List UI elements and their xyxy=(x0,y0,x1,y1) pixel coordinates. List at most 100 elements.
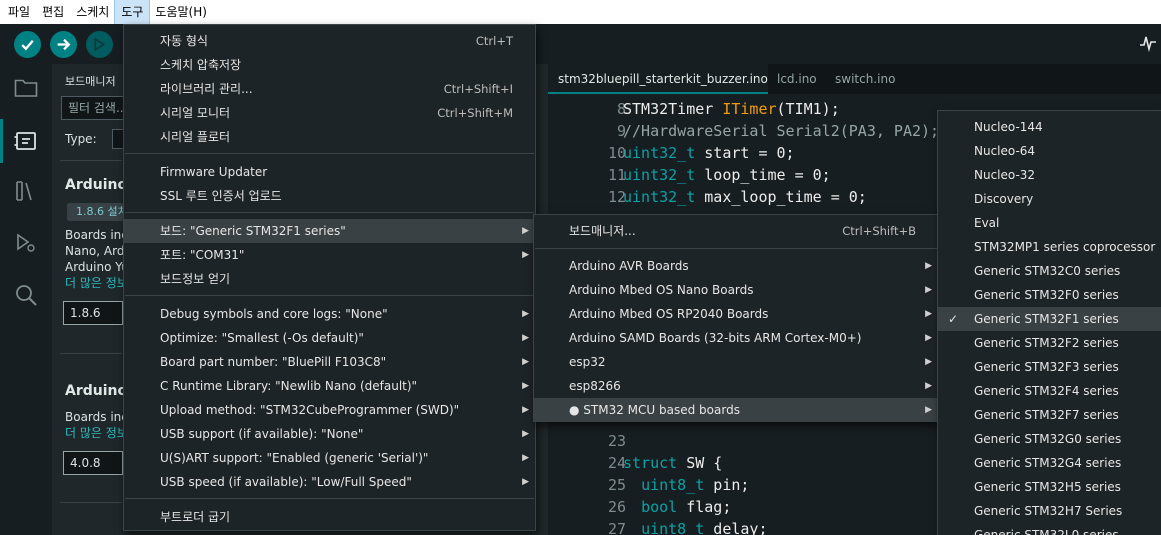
menu-item-archive-sketch[interactable]: 스케치 압축저장 xyxy=(124,53,535,77)
menubar: 파일 편집 스케치 도구 도움말(H) xyxy=(0,0,1161,25)
tab-buzzer[interactable]: stm32bluepill_starterkit_buzzer.ino xyxy=(548,64,768,94)
menu-file[interactable]: 파일 xyxy=(2,0,36,24)
divider xyxy=(60,502,122,503)
menu-item-stm32-series[interactable]: Generic STM32H5 series xyxy=(938,475,1161,499)
menu-item-stm32-series[interactable]: Generic STM32H7 Series xyxy=(938,499,1161,523)
menu-item-upload-ssl[interactable]: SSL 루트 인증서 업로드 xyxy=(124,184,535,208)
menu-tools[interactable]: 도구 xyxy=(114,0,151,25)
menu-item-manage-libraries[interactable]: 라이브러리 관리... Ctrl+Shift+I xyxy=(124,77,535,101)
menu-item-stm32-series[interactable]: Generic STM32F7 series xyxy=(938,403,1161,427)
line-number: 27 xyxy=(607,520,626,535)
more-info-link[interactable]: 더 많은 정보 xyxy=(65,276,125,291)
menu-sketch[interactable]: 스케치 xyxy=(70,0,115,24)
menu-divider xyxy=(535,248,937,249)
menu-item-port[interactable]: 포트: "COM31" ▶ xyxy=(124,243,535,267)
serial-plotter-icon[interactable] xyxy=(1139,34,1157,55)
menu-item-stm32-series[interactable]: STM32MP1 series coprocessor xyxy=(938,235,1161,259)
menu-item-burn-bootloader[interactable]: 부트로더 굽기 xyxy=(124,505,535,529)
code-line: uint32_t start = 0; xyxy=(623,144,795,162)
debug-sidebar-icon[interactable] xyxy=(12,229,40,257)
tab-switch[interactable]: switch.ino xyxy=(835,64,895,94)
menu-item-board-part-number[interactable]: Board part number: "BluePill F103C8" ▶ xyxy=(124,350,535,374)
code-line: uint8_t pin; xyxy=(641,476,750,494)
menu-item-optimize[interactable]: Optimize: "Smallest (-Os default)" ▶ xyxy=(124,326,535,350)
arrow-right-icon: ▶ xyxy=(522,405,529,415)
menu-item-esp8266[interactable]: esp8266 ▶ xyxy=(534,374,938,398)
menu-item-usb-speed[interactable]: USB speed (if available): "Low/Full Spee… xyxy=(124,470,535,494)
arrow-right-icon: ▶ xyxy=(925,309,932,319)
more-info-link[interactable]: 더 많은 정보 xyxy=(65,426,125,441)
menu-item-upload-method[interactable]: Upload method: "STM32CubeProgrammer (SWD… xyxy=(124,398,535,422)
menu-item-stm32-series[interactable]: Generic STM32L0 series xyxy=(938,523,1161,535)
menu-item-stm32-series[interactable]: Discovery xyxy=(938,187,1161,211)
arrow-right-icon: ▶ xyxy=(522,250,529,260)
menu-item-serial-monitor[interactable]: 시리얼 모니터 Ctrl+Shift+M xyxy=(124,101,535,125)
menu-edit[interactable]: 편집 xyxy=(36,0,70,24)
line-number: 9 xyxy=(616,122,626,140)
code-line: uint32_t max_loop_time = 0; xyxy=(623,188,867,206)
menu-item-stm32-series[interactable]: Eval xyxy=(938,211,1161,235)
menu-item-esp32[interactable]: esp32 ▶ xyxy=(534,350,938,374)
arrow-right-icon: ▶ xyxy=(925,357,932,367)
menu-item-debug-symbols[interactable]: Debug symbols and core logs: "None" ▶ xyxy=(124,302,535,326)
check-icon xyxy=(21,40,34,51)
debug-button[interactable] xyxy=(86,31,113,58)
upload-button[interactable] xyxy=(50,31,77,58)
menu-divider xyxy=(125,212,534,213)
menu-item-c-runtime[interactable]: C Runtime Library: "Newlib Nano (default… xyxy=(124,374,535,398)
menu-item-stm32-series[interactable]: Generic STM32C0 series xyxy=(938,259,1161,283)
menu-item-stm32-series[interactable]: Nucleo-144 xyxy=(938,115,1161,139)
version-value: 1.8.6 xyxy=(70,306,101,320)
divider xyxy=(60,160,122,161)
menu-item-stm32-series[interactable]: Generic STM32F4 series xyxy=(938,379,1161,403)
menu-item-stm32-series[interactable]: Generic STM32F0 series xyxy=(938,283,1161,307)
menu-item-stm32[interactable]: ● STM32 MCU based boards ▶ xyxy=(534,398,938,422)
arrow-right-icon: ▶ xyxy=(522,333,529,343)
activity-bar xyxy=(0,64,52,535)
library-icon[interactable] xyxy=(12,177,40,205)
tab-lcd[interactable]: lcd.ino xyxy=(777,64,817,94)
menu-item-board-info[interactable]: 보드정보 얻기 xyxy=(124,267,535,291)
menu-item-mbed-nano[interactable]: Arduino Mbed OS Nano Boards ▶ xyxy=(534,278,938,302)
menu-item-usart-support[interactable]: U(S)ART support: "Enabled (generic 'Seri… xyxy=(124,446,535,470)
menu-item-board-manager[interactable]: 보드매니저... Ctrl+Shift+B xyxy=(534,219,938,243)
menu-item-auto-format[interactable]: 자동 형식 Ctrl+T xyxy=(124,29,535,53)
arrow-right-icon: ▶ xyxy=(925,285,932,295)
arrow-right-icon: ▶ xyxy=(522,226,529,236)
board-desc: Arduino Yún, Arduino Uno WiFi xyxy=(65,260,125,274)
menu-item-serial-plotter[interactable]: 시리얼 플로터 xyxy=(124,125,535,149)
version-select[interactable]: 1.8.6 xyxy=(63,301,123,325)
line-number: 10 xyxy=(607,144,626,162)
tools-menu: 자동 형식 Ctrl+T 스케치 압축저장 라이브러리 관리... Ctrl+Shi… xyxy=(123,24,536,531)
menu-divider xyxy=(125,498,534,499)
board-desc: Nano, Arduino Mega, Arduino Uno xyxy=(65,244,125,258)
code-line: struct SW { xyxy=(623,454,723,472)
menu-item-stm32-series[interactable]: Generic STM32G0 series xyxy=(938,427,1161,451)
line-number: 12 xyxy=(607,188,626,206)
arrow-right-icon: ▶ xyxy=(925,381,932,391)
menu-item-usb-support[interactable]: USB support (if available): "None" ▶ xyxy=(124,422,535,446)
version-select[interactable]: 4.0.8 xyxy=(63,451,123,475)
code-line: uint8_t delay; xyxy=(641,520,768,535)
menu-item-stm32-series[interactable]: Generic STM32F3 series xyxy=(938,355,1161,379)
menu-item-stm32-series[interactable]: Generic STM32F2 series xyxy=(938,331,1161,355)
menu-item-stm32-series[interactable]: Nucleo-64 xyxy=(938,139,1161,163)
arrow-right-icon: ▶ xyxy=(522,477,529,487)
menu-item-avr-boards[interactable]: Arduino AVR Boards ▶ xyxy=(534,254,938,278)
menu-item-mbed-rp2040[interactable]: Arduino Mbed OS RP2040 Boards ▶ xyxy=(534,302,938,326)
menu-item-stm32-series[interactable]: ✓ Generic STM32F1 series xyxy=(938,307,1161,331)
board-desc: Boards included in this package: xyxy=(65,410,125,424)
menu-item-stm32-series[interactable]: Nucleo-32 xyxy=(938,163,1161,187)
line-number: 25 xyxy=(607,476,626,494)
menu-item-firmware-updater[interactable]: Firmware Updater xyxy=(124,160,535,184)
line-number: 24 xyxy=(607,454,626,472)
code-line: uint32_t loop_time = 0; xyxy=(623,166,831,184)
menu-item-stm32-series[interactable]: Generic STM32G4 series xyxy=(938,451,1161,475)
menu-help[interactable]: 도움말(H) xyxy=(149,0,213,24)
folder-icon[interactable] xyxy=(12,74,40,102)
menu-item-samd[interactable]: Arduino SAMD Boards (32-bits ARM Cortex-… xyxy=(534,326,938,350)
board-manager-icon[interactable] xyxy=(0,119,40,163)
search-icon[interactable] xyxy=(12,281,40,309)
verify-button[interactable] xyxy=(14,31,41,58)
menu-item-board[interactable]: 보드: "Generic STM32F1 series" ▶ xyxy=(124,219,535,243)
